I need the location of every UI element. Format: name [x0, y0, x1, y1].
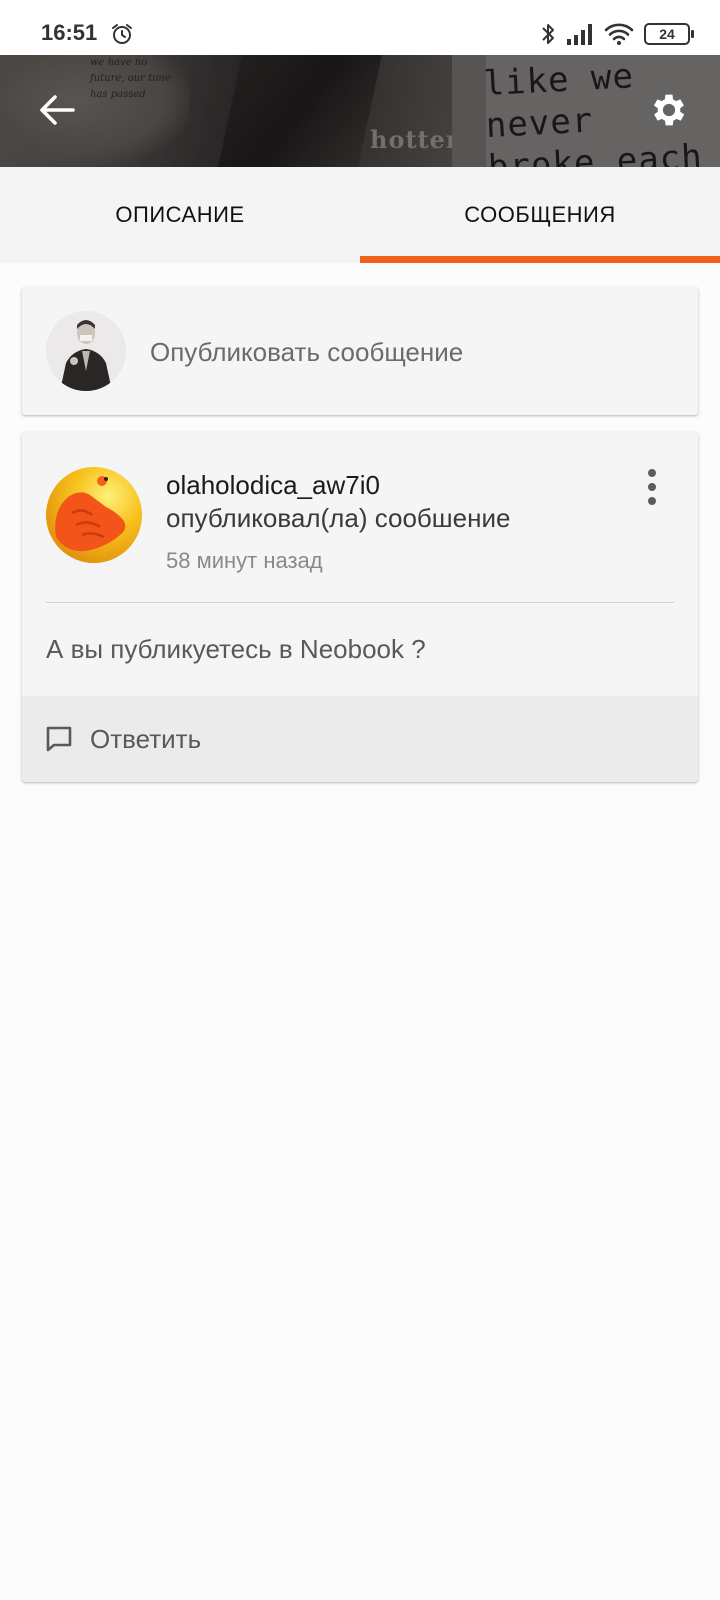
settings-button[interactable] — [646, 87, 692, 133]
status-icons: 24 — [540, 20, 694, 48]
avatar — [46, 311, 126, 391]
tab-messages[interactable]: СООБЩЕНИЯ — [360, 167, 720, 263]
post-body: А вы публикуетесь в Neobook ? — [46, 634, 426, 664]
signal-icon — [567, 24, 592, 45]
comment-icon — [46, 726, 72, 752]
status-bar: 16:51 24 — [0, 0, 720, 55]
post-timestamp: 58 минут назад — [166, 548, 323, 573]
tab-description[interactable]: ОПИСАНИЕ — [0, 167, 360, 263]
divider — [46, 602, 674, 603]
user-photo — [46, 467, 142, 563]
message-post-card: olaholodica_aw7i0 опубликовал(ла) сообше… — [22, 432, 698, 782]
bluetooth-icon — [542, 24, 554, 44]
post-action-text: опубликовал(ла) сообшение — [166, 503, 511, 533]
battery-icon: 24 — [644, 23, 694, 45]
gear-icon — [653, 94, 685, 126]
back-button[interactable] — [36, 89, 78, 131]
wifi-icon — [604, 23, 634, 45]
compose-message-card[interactable]: Опубликовать сообщение — [22, 287, 698, 415]
user-photo — [46, 311, 126, 391]
more-vertical-icon[interactable] — [632, 462, 672, 512]
reply-button[interactable]: Ответить — [22, 696, 698, 782]
arrow-left-icon — [40, 95, 75, 125]
tab-bar: ОПИСАНИЕ СООБЩЕНИЯ — [0, 167, 720, 263]
compose-placeholder: Опубликовать сообщение — [150, 337, 464, 367]
post-username[interactable]: olaholodica_aw7i0 — [166, 470, 380, 501]
group-cover-banner: we have no future, our time has passed h… — [0, 55, 720, 167]
status-time: 16:51 — [41, 20, 98, 45]
alarm-icon — [112, 24, 132, 44]
avatar[interactable] — [46, 467, 142, 563]
reply-label: Ответить — [90, 723, 202, 754]
